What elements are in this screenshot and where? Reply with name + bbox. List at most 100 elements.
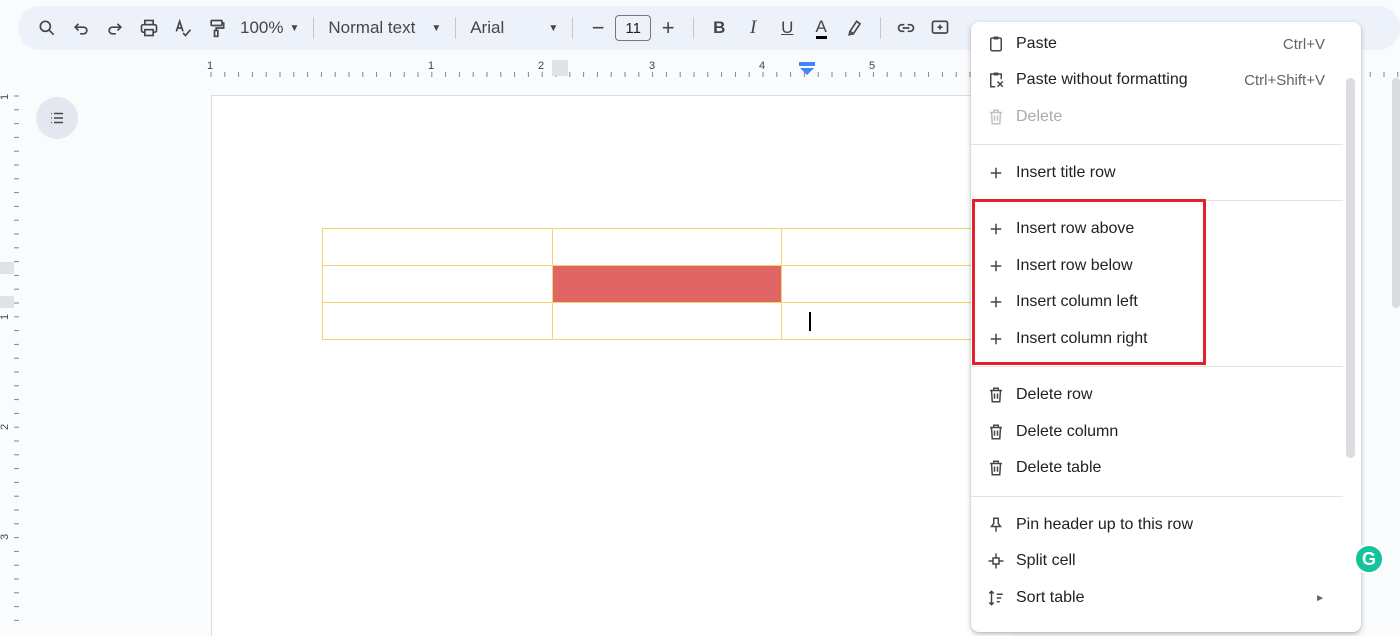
zoom-value: 100% (240, 18, 284, 37)
search-menus-button[interactable] (30, 11, 64, 45)
menu-item-paste-without-formatting[interactable]: Paste without formatting Ctrl+Shift+V (971, 62, 1343, 98)
paste-plain-icon (986, 70, 1006, 90)
menu-item-label: Split cell (1016, 552, 1076, 569)
undo-button[interactable] (64, 11, 98, 45)
sort-icon (986, 588, 1006, 608)
ruler-label: 1 (0, 314, 11, 320)
indent-marker-icon[interactable] (799, 62, 815, 75)
menu-item-label: Paste (1016, 35, 1057, 52)
ruler-label: 2 (0, 424, 11, 430)
table-cell[interactable] (322, 265, 553, 303)
menu-item-label: Pin header up to this row (1016, 516, 1193, 533)
menu-divider (971, 496, 1343, 497)
bold-button[interactable]: B (702, 11, 736, 45)
table-cell[interactable] (322, 302, 553, 340)
toolbar-divider (880, 17, 882, 39)
document-outline-button[interactable] (36, 97, 78, 139)
menu-divider (971, 144, 1343, 145)
list-icon (51, 112, 63, 124)
annotation-highlight-box (972, 199, 1206, 365)
table-row (322, 302, 1012, 340)
document-scrollbar[interactable] (1392, 78, 1400, 308)
menu-divider (971, 366, 1343, 367)
ruler-label: 1 (428, 60, 434, 72)
minus-icon: − (591, 15, 605, 40)
paint-roller-icon (210, 19, 225, 38)
menu-item-delete: Delete (971, 99, 1343, 135)
menu-item-label: Delete column (1016, 423, 1119, 440)
menu-item-delete-column[interactable]: Delete column (971, 414, 1343, 450)
vertical-ruler[interactable]: 1 1 2 3 (0, 78, 20, 623)
insert-link-button[interactable] (889, 11, 923, 45)
menu-item-sort-table[interactable]: Sort table ► (971, 580, 1343, 616)
undo-icon (73, 23, 88, 35)
menu-item-insert-title-row[interactable]: Insert title row (971, 155, 1343, 191)
ruler-label: 3 (649, 60, 655, 72)
underline-button[interactable]: U (770, 11, 804, 45)
menu-item-paste[interactable]: Paste Ctrl+V (971, 26, 1343, 62)
link-icon (897, 23, 915, 33)
paint-format-button[interactable] (200, 11, 234, 45)
grammarly-icon[interactable]: G (1354, 544, 1384, 574)
menu-item-shortcut: Ctrl+V (1282, 35, 1325, 53)
document-page[interactable] (211, 95, 1012, 636)
add-comment-icon (931, 20, 949, 34)
toolbar-divider (455, 17, 457, 39)
menu-item-split-cell[interactable]: Split cell (971, 543, 1343, 579)
trash-icon (986, 107, 1006, 127)
underline-icon: U (781, 18, 794, 37)
ruler-label: 1 (0, 94, 11, 100)
row-marker[interactable] (0, 296, 14, 308)
italic-button[interactable]: I (736, 11, 770, 45)
spellcheck-icon (175, 18, 192, 37)
trash-icon (986, 422, 1006, 442)
split-cell-icon (986, 551, 1006, 571)
menu-item-delete-table[interactable]: Delete table (971, 450, 1343, 486)
ruler-label: 1 (207, 60, 213, 72)
plus-icon (986, 163, 1006, 183)
font-select[interactable]: Arial ▼ (464, 18, 564, 38)
increase-font-size-button[interactable]: + (651, 11, 685, 45)
ruler-label: 5 (869, 60, 875, 72)
menu-item-pin-header[interactable]: Pin header up to this row (971, 507, 1343, 543)
text-cursor (809, 312, 811, 331)
zoom-select[interactable]: 100% ▼ (234, 18, 305, 38)
font-value: Arial (470, 18, 505, 37)
print-icon (140, 19, 158, 37)
menu-item-label: Delete row (1016, 386, 1093, 403)
pin-icon (986, 515, 1006, 535)
search-icon (39, 20, 55, 36)
table-row (322, 265, 1012, 303)
table-cell-highlighted[interactable] (551, 265, 783, 303)
document-table[interactable] (322, 228, 1012, 340)
chevron-down-icon: ▼ (431, 22, 442, 34)
highlight-color-button[interactable] (838, 11, 872, 45)
redo-button[interactable] (98, 11, 132, 45)
menu-item-label: Delete table (1016, 459, 1102, 476)
decrease-font-size-button[interactable]: − (581, 11, 615, 45)
row-marker[interactable] (0, 262, 14, 274)
table-row (322, 228, 1012, 266)
redo-icon (108, 23, 123, 35)
ruler-label: 2 (538, 60, 544, 72)
italic-icon: I (750, 17, 757, 38)
insert-comment-button[interactable] (923, 11, 957, 45)
highlighter-icon (848, 20, 862, 36)
style-select[interactable]: Normal text ▼ (322, 18, 447, 38)
trash-icon (986, 385, 1006, 405)
table-cell[interactable] (551, 228, 783, 266)
spellcheck-button[interactable] (166, 11, 200, 45)
chevron-down-icon: ▼ (289, 22, 300, 34)
table-cell[interactable] (322, 228, 553, 266)
font-size-input[interactable]: 11 (615, 15, 652, 41)
menu-item-delete-row[interactable]: Delete row (971, 377, 1343, 413)
clipboard-icon (986, 34, 1006, 54)
chevron-down-icon: ▼ (548, 22, 559, 34)
menu-scrollbar[interactable] (1346, 78, 1355, 458)
menu-item-label: Sort table (1016, 589, 1085, 606)
column-marker[interactable] (552, 60, 568, 76)
print-button[interactable] (132, 11, 166, 45)
text-color-button[interactable]: A (804, 11, 838, 45)
table-cell[interactable] (551, 302, 783, 340)
bold-icon: B (713, 18, 726, 37)
